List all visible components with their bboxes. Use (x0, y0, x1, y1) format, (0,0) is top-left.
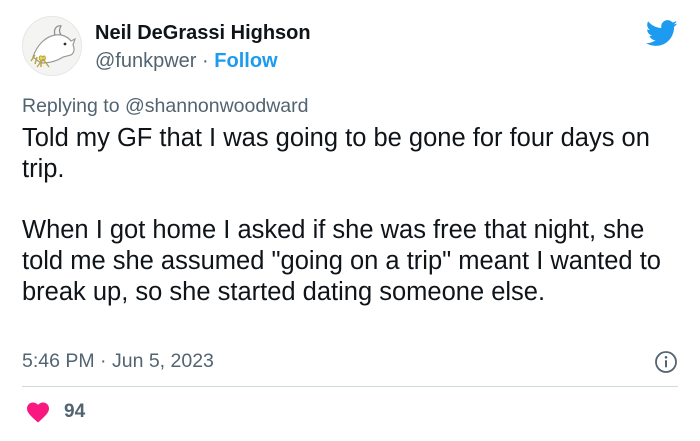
tweet-time: 5:46 PM (22, 350, 95, 372)
tweet-paragraph: When I got home I asked if she was free … (22, 216, 661, 306)
timestamp-separator: · (100, 350, 107, 372)
twitter-bird-icon[interactable] (645, 20, 678, 47)
handle-separator: · (202, 50, 209, 72)
tweet-date: Jun 5, 2023 (111, 350, 214, 372)
follow-button[interactable]: Follow (214, 50, 277, 72)
handle-row: @funkpwer · Follow (95, 50, 278, 73)
avatar[interactable] (22, 16, 82, 76)
tweet-card: Neil DeGrassi Highson @funkpwer · Follow… (0, 0, 700, 441)
replying-to-line: Replying to @shannonwoodward (22, 95, 308, 118)
info-icon[interactable] (654, 350, 678, 374)
divider (22, 386, 678, 387)
like-count[interactable]: 94 (64, 401, 85, 423)
display-name[interactable]: Neil DeGrassi Highson (95, 22, 311, 45)
replying-to-user-link[interactable]: @shannonwoodward (125, 95, 309, 117)
avatar-goat-illustration (23, 17, 81, 75)
tweet-paragraph: Told my GF that I was going to be gone f… (22, 124, 650, 183)
replying-to-prefix: Replying to (22, 95, 120, 117)
heart-icon[interactable] (26, 401, 50, 423)
tweet-text: Told my GF that I was going to be gone f… (22, 123, 682, 308)
user-handle[interactable]: @funkpwer (95, 50, 196, 72)
tweet-timestamp[interactable]: 5:46 PM · Jun 5, 2023 (22, 350, 214, 373)
